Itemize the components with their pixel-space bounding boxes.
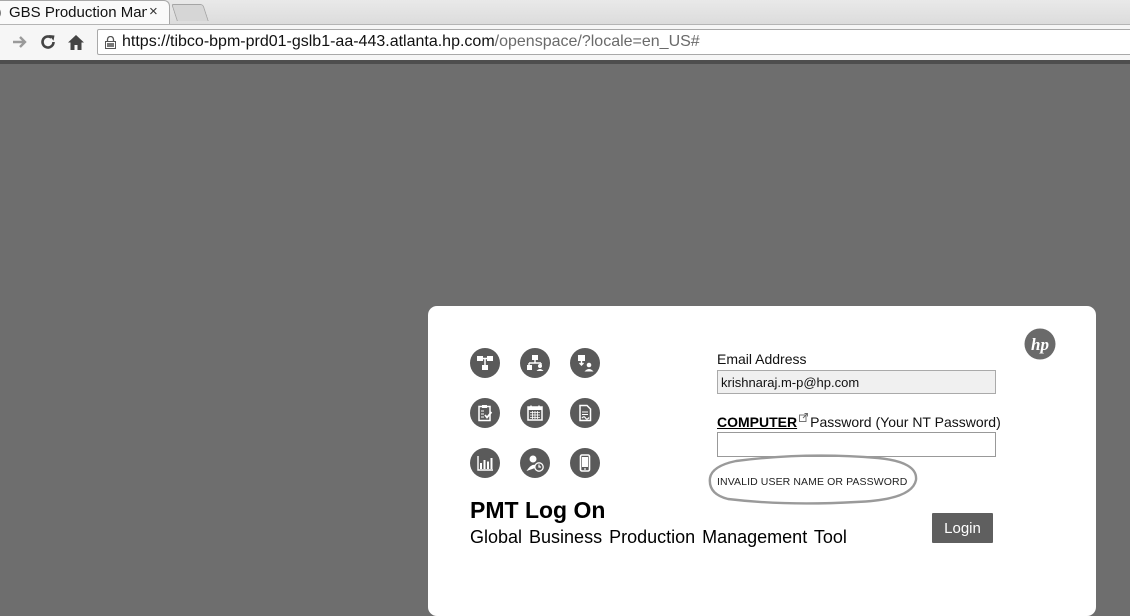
password-label-row: COMPUTER Password (Your NT Password): [717, 413, 1001, 430]
password-label: Password (Your NT Password): [810, 414, 1001, 430]
feature-icon-grid: [470, 348, 610, 478]
new-tab-button[interactable]: [171, 4, 209, 21]
page-title: PMT Log On: [470, 497, 606, 523]
browser-tab[interactable]: GBS Production Man ×: [0, 0, 170, 24]
bar-chart-icon: [470, 448, 500, 478]
login-panel: PMT Log On Global Business Production Ma…: [428, 306, 1096, 616]
url-path: /openspace/?locale=en_US#: [494, 33, 700, 50]
email-label: Email Address: [717, 351, 807, 367]
hierarchy-users-icon: [520, 348, 550, 378]
user-clock-icon: [520, 448, 550, 478]
tab-title: GBS Production Man: [9, 4, 147, 21]
error-message: INVALID USER NAME OR PASSWORD: [717, 476, 908, 488]
lock-icon: [105, 36, 116, 49]
external-link-icon: [799, 413, 809, 422]
url-text: https://tibco-bpm-prd01-gslb1-aa-443.atl…: [122, 33, 700, 51]
org-chart-icon: [470, 348, 500, 378]
address-bar[interactable]: https://tibco-bpm-prd01-gslb1-aa-443.atl…: [97, 29, 1130, 55]
email-field[interactable]: [717, 370, 996, 394]
clipboard-check-icon: [470, 398, 500, 428]
url-host: https://tibco-bpm-prd01-gslb1-aa-443.atl…: [122, 33, 495, 50]
toolbar-divider: [0, 60, 1130, 64]
reload-button[interactable]: [37, 31, 59, 53]
page-subtitle: Global Business Production Management To…: [470, 527, 847, 547]
browser-tab-strip: GBS Production Man ×: [0, 0, 1130, 24]
login-button[interactable]: Login: [932, 513, 993, 543]
forward-button[interactable]: [9, 31, 31, 53]
download-user-icon: [570, 348, 600, 378]
home-button[interactable]: [65, 31, 87, 53]
mobile-phone-icon: [570, 448, 600, 478]
arrow-right-icon: [13, 36, 27, 48]
document-sign-icon: [570, 398, 600, 428]
home-icon: [68, 34, 84, 50]
page-favicon-icon: [0, 7, 1, 19]
tab-close-button[interactable]: ×: [149, 3, 158, 20]
reload-icon: [41, 35, 55, 49]
hp-logo-icon: hp: [1024, 328, 1056, 360]
calendar-icon: [520, 398, 550, 428]
browser-toolbar: https://tibco-bpm-prd01-gslb1-aa-443.atl…: [0, 24, 1130, 60]
computer-link[interactable]: COMPUTER: [717, 414, 797, 430]
hp-logo-text: hp: [1031, 335, 1049, 354]
